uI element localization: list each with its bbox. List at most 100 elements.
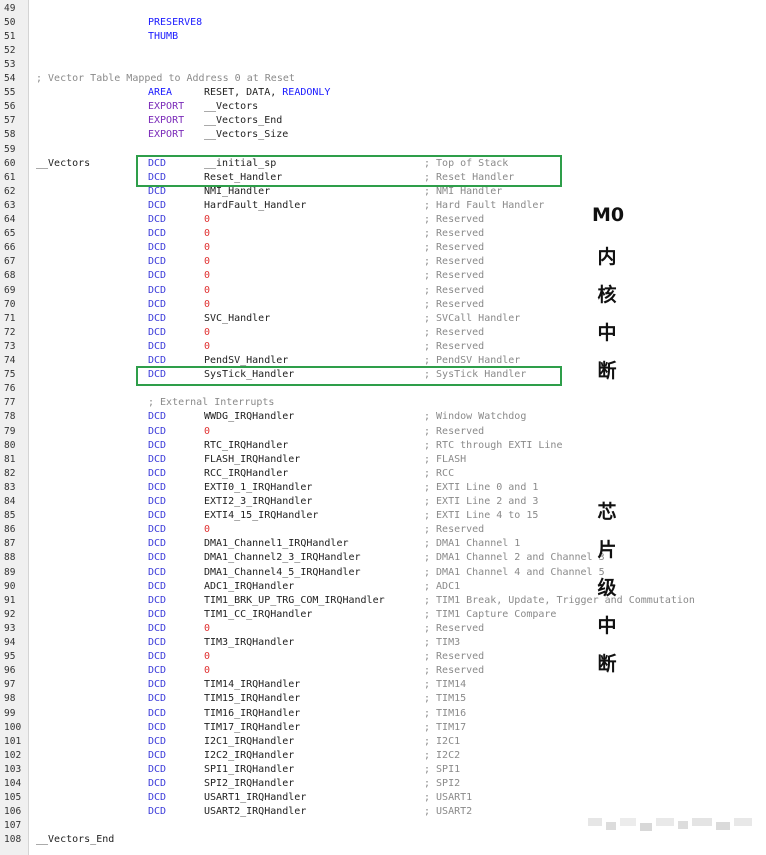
code-line[interactable]: 80 DCD RTC_IRQHandler ; RTC through EXTI Li…	[0, 439, 766, 453]
code-editor[interactable]: 49 50 PRESERVE8 51 THUMB 52 53 54 ; Vector Table…	[0, 0, 766, 855]
code-line[interactable]: 51 THUMB	[0, 30, 766, 44]
line-number: 89	[4, 566, 16, 578]
code-line[interactable]: 108 __Vectors_End	[0, 833, 766, 847]
line-number: 60	[4, 157, 16, 169]
code-line[interactable]: 101 DCD I2C1_IRQHandler ; I2C1	[0, 735, 766, 749]
code-line[interactable]: 103 DCD SPI1_IRQHandler ; SPI1	[0, 763, 766, 777]
code-directive: DCD	[148, 496, 167, 507]
code-line[interactable]: 92 DCD TIM1_CC_IRQHandler ; TIM1 Capture Co…	[0, 608, 766, 622]
code-directive: DCD	[148, 721, 167, 733]
code-line[interactable]: 69 DCD 0 ; Reserved	[0, 284, 766, 298]
annotation-char: 中	[597, 322, 617, 344]
code-operand: 0	[204, 650, 210, 664]
operand-text: 0	[204, 326, 211, 338]
code-line[interactable]: 83 DCD EXTI0_1_IRQHandler ; EXTI Line 0 and…	[0, 481, 766, 495]
operand-text: RESET, DATA,	[204, 87, 283, 99]
code-directive: DCD	[148, 566, 167, 578]
code-operand: 0	[204, 255, 210, 269]
code-line[interactable]: 87 DCD DMA1_Channel1_IRQHandler ; DMA1 Chan…	[0, 537, 766, 551]
code-line[interactable]: 98 DCD TIM15_IRQHandler ; TIM15	[0, 692, 766, 706]
code-line[interactable]: 104 DCD SPI2_IRQHandler ; SPI2	[0, 777, 766, 791]
code-line[interactable]: 70 DCD 0 ; Reserved	[0, 298, 766, 312]
watermark-logo	[588, 818, 758, 834]
code-directive: DCD	[148, 778, 167, 789]
code-line[interactable]: 67 DCD 0 ; Reserved	[0, 255, 766, 269]
code-line[interactable]: 102 DCD I2C2_IRQHandler ; I2C2	[0, 749, 766, 763]
code-directive: DCD	[148, 679, 167, 691]
code-line[interactable]: 72 DCD 0 ; Reserved	[0, 326, 766, 340]
code-operand: TIM3_IRQHandler	[204, 636, 294, 650]
code-directive: DCD	[148, 439, 167, 451]
code-line[interactable]: 94 DCD TIM3_IRQHandler ; TIM3	[0, 636, 766, 650]
operand-text: 0	[204, 256, 211, 268]
operand-text: 0	[204, 228, 211, 240]
code-line[interactable]: 105 DCD USART1_IRQHandler ; USART1	[0, 791, 766, 805]
code-line[interactable]: 91 DCD TIM1_BRK_UP_TRG_COM_IRQHandler ; TIM…	[0, 594, 766, 608]
code-line[interactable]: 58 EXPORT __Vectors_Size	[0, 128, 766, 142]
code-line[interactable]: 71 DCD SVC_Handler ; SVCall Handler	[0, 312, 766, 326]
code-directive: EXPORT	[148, 115, 185, 127]
code-line[interactable]: 89 DCD DMA1_Channel4_5_IRQHandler ; DMA1 Ch…	[0, 566, 766, 580]
code-line[interactable]: 77 ; External Interrupts	[0, 396, 766, 410]
code-line[interactable]: 65 DCD 0 ; Reserved	[0, 227, 766, 241]
code-line[interactable]: 96 DCD 0 ; Reserved	[0, 664, 766, 678]
code-line[interactable]: 82 DCD RCC_IRQHandler ; RCC	[0, 467, 766, 481]
code-line[interactable]: 57 EXPORT __Vectors_End	[0, 114, 766, 128]
code-line[interactable]: 84 DCD EXTI2_3_IRQHandler ; EXTI Line 2 and…	[0, 495, 766, 509]
code-line[interactable]: 100 DCD TIM17_IRQHandler ; TIM17	[0, 721, 766, 735]
code-line[interactable]: 54 ; Vector Table Mapped to Address 0 at …	[0, 72, 766, 86]
code-line[interactable]: 68 DCD 0 ; Reserved	[0, 269, 766, 283]
annotation-char: M0	[592, 204, 625, 226]
operand-text: SVC_Handler	[204, 312, 271, 324]
code-line[interactable]: 66 DCD 0 ; Reserved	[0, 241, 766, 255]
code-line[interactable]: 56 EXPORT __Vectors	[0, 100, 766, 114]
code-line[interactable]: 55 AREA RESET, DATA, READONLY	[0, 86, 766, 100]
code-line[interactable]: 90 DCD ADC1_IRQHandler ; ADC1	[0, 580, 766, 594]
code-line[interactable]: 95 DCD 0 ; Reserved	[0, 650, 766, 664]
code-line[interactable]: 73 DCD 0 ; Reserved	[0, 340, 766, 354]
code-operand: TIM16_IRQHandler	[204, 707, 300, 721]
code-line[interactable]: 81 DCD FLASH_IRQHandler ; FLASH	[0, 453, 766, 467]
code-line[interactable]: 97 DCD TIM14_IRQHandler ; TIM14	[0, 678, 766, 692]
code-line[interactable]: 64 DCD 0 ; Reserved	[0, 213, 766, 227]
code-directive: THUMB	[148, 30, 179, 42]
code-directive: AREA	[148, 87, 173, 99]
code-line[interactable]: 93 DCD 0 ; Reserved	[0, 622, 766, 636]
code-directive: DCD	[148, 284, 167, 296]
operand-text: I2C1_IRQHandler	[204, 735, 295, 747]
code-directive: DCD	[148, 622, 167, 634]
code-comment: ; Reserved	[424, 326, 485, 338]
operand-text: FLASH_IRQHandler	[204, 453, 301, 465]
operand-text: USART1_IRQHandler	[204, 792, 307, 804]
code-comment: ; I2C1	[424, 735, 461, 747]
code-line[interactable]: 50 PRESERVE8	[0, 16, 766, 30]
code-comment: ; EXTI Line 2 and 3	[424, 496, 539, 507]
code-comment: ; TIM16	[424, 707, 467, 719]
operand-text: __Vectors	[204, 101, 259, 113]
line-number: 74	[4, 355, 16, 366]
line-number: 64	[4, 214, 16, 225]
line-number: 73	[4, 340, 16, 352]
line-number: 77	[4, 397, 16, 409]
code-line[interactable]: 78 DCD WWDG_IRQHandler ; Window Watchdog	[0, 410, 766, 424]
code-operand: __Vectors	[204, 100, 258, 114]
code-line[interactable]: 86 DCD 0 ; Reserved	[0, 523, 766, 537]
operand-text: RTC_IRQHandler	[204, 439, 289, 451]
code-line[interactable]: 79 DCD 0 ; Reserved	[0, 425, 766, 439]
code-operand: 0	[204, 284, 210, 298]
code-comment: ; TIM3	[424, 637, 461, 648]
code-line[interactable]: 52	[0, 44, 766, 58]
code-line[interactable]: 53	[0, 58, 766, 72]
operand-text: __Vectors_Size	[204, 129, 289, 141]
code-operand: 0	[204, 241, 210, 255]
line-number: 78	[4, 411, 16, 423]
code-operand: TIM1_BRK_UP_TRG_COM_IRQHandler	[204, 594, 385, 608]
code-line[interactable]: 63 DCD HardFault_Handler ; Hard Fault Handl…	[0, 199, 766, 213]
code-line[interactable]: 85 DCD EXTI4_15_IRQHandler ; EXTI Line 4 to…	[0, 509, 766, 523]
code-line[interactable]: 99 DCD TIM16_IRQHandler ; TIM16	[0, 707, 766, 721]
operand-text: TIM14_IRQHandler	[204, 679, 301, 691]
code-line[interactable]: 88 DCD DMA1_Channel2_3_IRQHandler ; DMA1 Ch…	[0, 551, 766, 565]
code-directive: DCD	[148, 749, 167, 761]
code-line[interactable]: 49	[0, 2, 766, 16]
code-comment: ; Reserved	[424, 270, 485, 282]
